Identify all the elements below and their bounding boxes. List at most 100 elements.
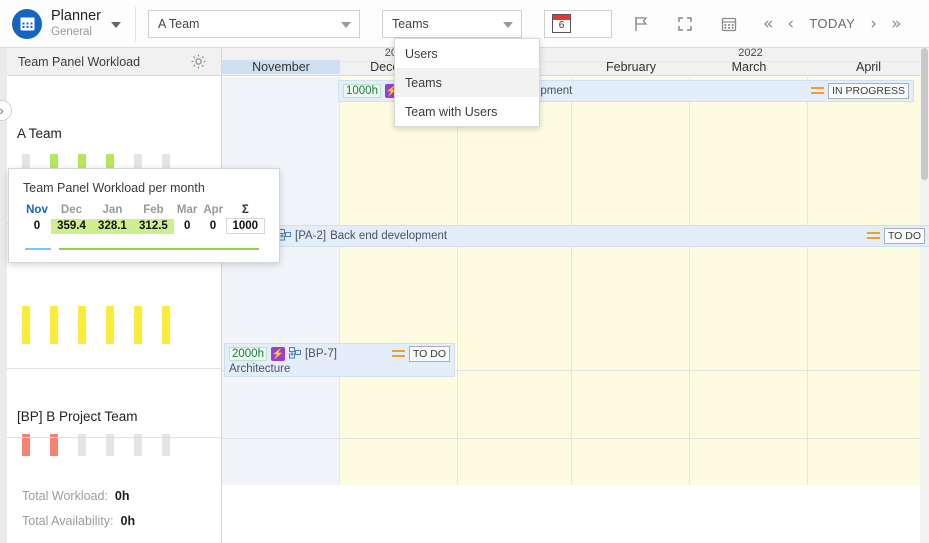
- task-key: [PA-2]: [295, 230, 327, 242]
- grouping-select[interactable]: Teams: [381, 9, 522, 38]
- timeline-column-november: [222, 77, 340, 485]
- dropdown-item-teams[interactable]: Teams: [395, 68, 539, 97]
- tooltip-header-cell: Nov: [26, 204, 48, 217]
- calendar-month-icon: 6: [551, 14, 571, 33]
- toolbar-divider: [134, 6, 136, 41]
- total-workload-line: Total Workload: 0h: [22, 489, 135, 503]
- year-label: 2022: [738, 48, 763, 59]
- workload-bar: [22, 306, 30, 344]
- dropdown-item-team-with-users[interactable]: Team with Users: [395, 97, 539, 126]
- total-workload-value: 0h: [114, 489, 130, 503]
- priority-flash-icon: ⚡: [270, 347, 285, 361]
- vertical-scrollbar[interactable]: [920, 48, 929, 543]
- nav-first-button[interactable]: «: [756, 14, 780, 34]
- medium-priority-icon: [391, 349, 405, 359]
- workload-tooltip: Team Panel Workload per month Nov Dec Ja…: [8, 168, 280, 263]
- brand-text: Planner General: [51, 8, 101, 38]
- timeline-column-february: [572, 77, 690, 485]
- task-status: TO DO: [866, 228, 925, 244]
- tooltip-header-cell: Feb: [143, 204, 164, 217]
- workload-bar: [162, 306, 170, 344]
- total-availability-label: Total Availability:: [22, 514, 114, 528]
- tooltip-value-row: 0 359.4 328.1 312.5 0 0 1000: [23, 218, 266, 234]
- gear-icon[interactable]: [190, 53, 207, 75]
- total-availability-line: Total Availability: 0h: [22, 514, 135, 528]
- task-hours: 1000h: [343, 84, 381, 98]
- subtask-icon: [279, 228, 291, 244]
- grouping-dropdown-menu: Users Teams Team with Users: [394, 38, 540, 127]
- app-title: Planner: [51, 8, 101, 25]
- timeline-column-january: [458, 77, 572, 485]
- nav-next-button[interactable]: ›: [863, 14, 884, 34]
- tooltip-underline-range: [59, 248, 259, 250]
- tooltip-value-cell: 328.1: [91, 218, 133, 234]
- team-name: [BP] B Project Team: [17, 409, 138, 424]
- team-row[interactable]: [BP] B Project Team: [0, 369, 221, 456]
- tooltip-table: Nov Dec Jan Feb Mar Apr Σ 0 359.4 328.1 …: [23, 204, 266, 234]
- task-hours: 2000h: [229, 347, 267, 361]
- nav-last-button[interactable]: »: [884, 14, 908, 34]
- team-select-value: A Team: [157, 16, 200, 31]
- timeline-nav: « ‹ TODAY › »: [756, 14, 909, 34]
- total-workload-label: Total Workload:: [22, 489, 108, 503]
- flag-icon[interactable]: [626, 9, 656, 39]
- task-bar-bp-7[interactable]: 2000h ⚡ [BP-7] TO DO Architecture: [224, 343, 455, 377]
- status-badge: TO DO: [883, 228, 925, 244]
- left-panel-title: Team Panel Workload: [18, 54, 141, 69]
- timeline-column-december: [340, 77, 458, 485]
- tooltip-value-cell: 0: [33, 220, 41, 232]
- tooltip-header-row: Nov Dec Jan Feb Mar Apr Σ: [23, 204, 265, 219]
- workload-bar: [134, 306, 142, 344]
- brand-block[interactable]: Planner General: [0, 0, 129, 48]
- app-subtitle: General: [51, 25, 92, 38]
- planner-app: Planner General A Team Teams 6 « ‹ TODAY…: [0, 0, 929, 543]
- workload-bar: [106, 306, 114, 344]
- nav-prev-button[interactable]: ‹: [780, 14, 801, 34]
- timeline-panel: 2021 2022 November December January Febr…: [222, 48, 929, 543]
- tooltip-value-cell: 359.4: [50, 218, 92, 234]
- task-title: Architecture: [229, 363, 291, 375]
- expand-icon[interactable]: [670, 9, 700, 39]
- left-edge-strip: [0, 48, 7, 543]
- calendar-icon: [12, 8, 42, 39]
- team-select[interactable]: A Team: [147, 9, 360, 38]
- total-availability-value: 0h: [120, 514, 136, 528]
- workload-bar: [78, 306, 86, 344]
- month-header-march[interactable]: March: [690, 60, 808, 74]
- chevron-down-icon: [340, 21, 351, 28]
- tooltip-value-cell: 312.5: [132, 218, 174, 234]
- totals-block: Total Workload: 0h Total Availability: 0…: [22, 489, 135, 539]
- timeline-column-march: [690, 77, 808, 485]
- status-badge: IN PROGRESS: [828, 83, 909, 99]
- month-header-february[interactable]: February: [572, 60, 690, 74]
- timeline-row-divider: [222, 438, 929, 439]
- zoom-scale-select[interactable]: 6: [543, 9, 612, 38]
- status-badge: TO DO: [408, 346, 450, 362]
- tooltip-underline-current: [25, 248, 51, 250]
- task-status: TO DO: [391, 346, 450, 362]
- row-divider: [0, 437, 221, 438]
- tooltip-header-cell: Apr: [203, 204, 224, 217]
- tooltip-header-cell: Mar: [176, 204, 198, 217]
- task-bar-pa-2[interactable]: [PA-2] Back end development TO DO: [274, 225, 929, 247]
- workload-bar: [50, 306, 58, 344]
- timeline-column-april: [808, 77, 929, 485]
- timeline-month-header: November December January February March…: [222, 60, 929, 76]
- tooltip-header-cell: Σ: [241, 204, 249, 216]
- month-header-april[interactable]: April: [808, 60, 929, 74]
- tooltip-title: Team Panel Workload per month: [23, 181, 205, 195]
- today-button[interactable]: TODAY: [801, 16, 863, 31]
- timeline-grid: 1000h ⚡ [PA-1] Front end development IN …: [222, 77, 929, 485]
- scrollbar-thumb[interactable]: [921, 48, 928, 180]
- calendar-icon[interactable]: [714, 9, 744, 39]
- tooltip-header-cell: Jan: [102, 204, 123, 217]
- grouping-select-value: Teams: [391, 16, 429, 31]
- zoom-scale-value: 6: [558, 20, 565, 31]
- left-panel: Team Panel Workload › A Team: [0, 48, 222, 543]
- chevron-down-icon[interactable]: [110, 21, 121, 28]
- team-name: A Team: [17, 126, 62, 141]
- month-header-november[interactable]: November: [222, 60, 340, 74]
- tooltip-header-cell: Dec: [60, 204, 83, 217]
- dropdown-item-users[interactable]: Users: [395, 39, 539, 68]
- medium-priority-icon: [866, 231, 880, 241]
